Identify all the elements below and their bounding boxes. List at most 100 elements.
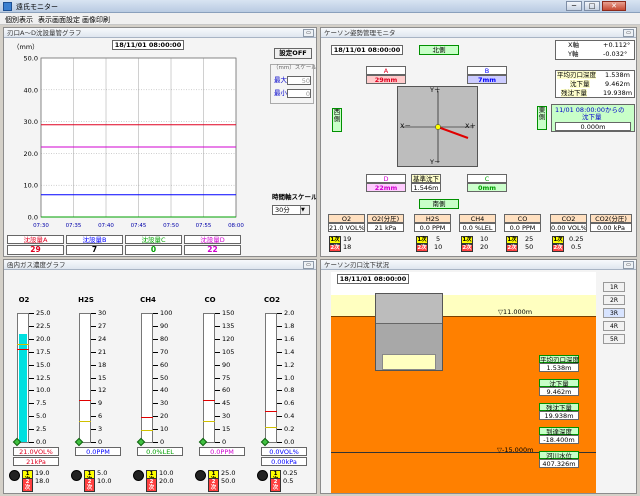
avg-depth-label: 平均刃口深度 xyxy=(539,355,579,364)
gauge-reading-0: 21.0VOL% xyxy=(13,447,59,456)
gas-value-h2s: 0.0 PPM xyxy=(414,223,451,232)
gauge-reading-3: 0.0PPM xyxy=(199,447,245,456)
north-label: 北側 xyxy=(419,45,459,55)
gauge-tick-label: 9 xyxy=(98,399,103,408)
x-tick-label: 08:00 xyxy=(228,223,244,229)
threshold-value: 5 xyxy=(436,235,441,243)
settlement-value: 9.462m xyxy=(539,387,579,396)
point-d-label: D xyxy=(366,174,406,183)
posture-metrics: 平均刃口深度 1.538m 沈下量 9.462m 残沈下量 19.938m xyxy=(555,70,635,98)
gauge-tick xyxy=(29,442,34,443)
gauge-tick xyxy=(277,313,282,314)
threshold-value: 10 xyxy=(480,235,489,243)
gas-header-h2s: H2S xyxy=(414,214,451,223)
threshold-badge: 1次 xyxy=(506,236,518,244)
series-a-label: 沈設量A xyxy=(7,235,64,244)
gauge-tick xyxy=(91,338,96,340)
gauge-tick xyxy=(91,403,96,405)
close-button[interactable]: ✕ xyxy=(602,1,626,11)
axis-y-plus: Y＋ xyxy=(430,86,441,94)
menu-bar: 個別表示 表示画面設定 画像印刷 xyxy=(0,13,640,25)
gas-value-co2p: 0.00 kPa xyxy=(590,223,632,232)
gauge-tick-label: 21 xyxy=(98,347,107,356)
gauge-tick xyxy=(277,429,282,431)
menu-item-print[interactable]: 画像印刷 xyxy=(82,15,110,25)
threshold-2-badge: 2次 xyxy=(270,478,281,492)
gas-header-ch4: CH4 xyxy=(459,214,496,223)
window-title: 遠氏モニター xyxy=(16,3,58,11)
gauge-tick-label: 50 xyxy=(160,373,169,382)
threshold-value: 25 xyxy=(525,235,534,243)
gas-readout-table: O2 O2(分圧) H2S CH4 CO CO2 CO2(分圧) 21.0 VO… xyxy=(328,214,636,256)
gauge-tick xyxy=(29,416,34,418)
panel-title: ケーソン刃口沈下状況 xyxy=(321,260,636,270)
posture-plan-view: Y＋ Y－ X－ X＋ xyxy=(397,86,478,167)
panel-restore-button[interactable]: ▭ xyxy=(623,29,634,37)
gauge-tube-3 xyxy=(203,313,215,443)
maximize-button[interactable]: □ xyxy=(584,1,600,11)
gauge-tick xyxy=(215,364,220,366)
panel-restore-button[interactable]: ▭ xyxy=(623,261,634,269)
time-scale-value: 30分 xyxy=(275,206,290,214)
minimize-button[interactable]: ─ xyxy=(566,1,582,11)
gauge-tick xyxy=(277,416,282,418)
menu-item-individual[interactable]: 個別表示 xyxy=(5,15,33,25)
series-a-value: 29 xyxy=(7,245,64,255)
gauge-tick-label: 0.8 xyxy=(284,386,295,395)
gas-header-co2p: CO2(分圧) xyxy=(590,214,632,223)
gauge-tick-label: 1.4 xyxy=(284,347,295,356)
gauge-tick xyxy=(215,403,220,405)
gauge-tick-label: 6 xyxy=(98,412,103,421)
threshold-value: 19 xyxy=(343,235,352,243)
series-d-label: 沈設量D xyxy=(184,235,241,244)
threshold-2-marker xyxy=(141,417,153,418)
gauge-tick-label: 1.6 xyxy=(284,334,295,343)
ring-2r-button[interactable]: 2R xyxy=(603,295,625,305)
gauge-tick xyxy=(91,351,96,353)
graph-datetime: 18/11/01 08:00:00 xyxy=(112,40,184,50)
point-c-label: C xyxy=(467,174,507,183)
gauge-title-4: CO2 xyxy=(264,296,280,304)
gauge-tick xyxy=(91,377,96,379)
gas-header-co: CO xyxy=(504,214,541,223)
ring-4r-button[interactable]: 4R xyxy=(603,321,625,331)
gauge-tick-label: 80 xyxy=(160,334,169,343)
ring-3r-button[interactable]: 3R xyxy=(603,308,625,318)
gauge-tick xyxy=(29,364,34,366)
base-settlement-label: 基準沈下 xyxy=(411,174,441,183)
ring-1r-button[interactable]: 1R xyxy=(603,282,625,292)
threshold-badge: 1次 xyxy=(329,236,341,244)
gas-value-co: 0.0 PPM xyxy=(504,223,541,232)
gauge-tick xyxy=(91,442,96,443)
gauge-tick xyxy=(215,390,220,392)
threshold-value: 0.5 xyxy=(571,243,582,251)
panel-title: 刃口A〜D沈設量管グラフ xyxy=(4,28,316,38)
settings-off-button[interactable]: 設定OFF xyxy=(274,48,312,59)
menu-item-screen-settings[interactable]: 表示画面設定 xyxy=(38,15,80,25)
threshold-badge: 2次 xyxy=(506,244,518,252)
gauge-tick xyxy=(91,313,96,314)
gauge-tube-1 xyxy=(79,313,91,443)
threshold-badge: 2次 xyxy=(461,244,473,252)
gauge-title-2: CH4 xyxy=(140,296,156,304)
gauge-tick-label: 60 xyxy=(222,386,231,395)
max-input[interactable]: 50 xyxy=(287,76,311,85)
window-titlebar: 遠氏モニター ─ □ ✕ xyxy=(0,0,640,13)
axis-x-minus: X－ xyxy=(400,122,411,130)
panel-restore-button[interactable]: ▭ xyxy=(303,29,314,37)
gauge-tick-label: 20.0 xyxy=(36,334,51,343)
gauge-tick-label: 0.6 xyxy=(284,399,295,408)
threshold-value: 50 xyxy=(525,243,534,251)
level-bottom: ▽-15.000m xyxy=(497,446,534,454)
caisson-body xyxy=(375,293,443,371)
gauge-tick xyxy=(153,429,158,431)
gauge-tick xyxy=(277,325,282,327)
gauge-tick xyxy=(91,429,96,431)
time-scale-select[interactable]: 30分 ▼ xyxy=(272,205,310,215)
ring-5r-button[interactable]: 5R xyxy=(603,334,625,344)
gauge-tick-label: 22.5 xyxy=(36,321,51,330)
chevron-down-icon[interactable]: ▼ xyxy=(300,206,309,214)
min-input[interactable]: 0 xyxy=(287,89,311,98)
gauge-tick-label: 18 xyxy=(98,360,107,369)
gauge-tick xyxy=(277,364,282,366)
